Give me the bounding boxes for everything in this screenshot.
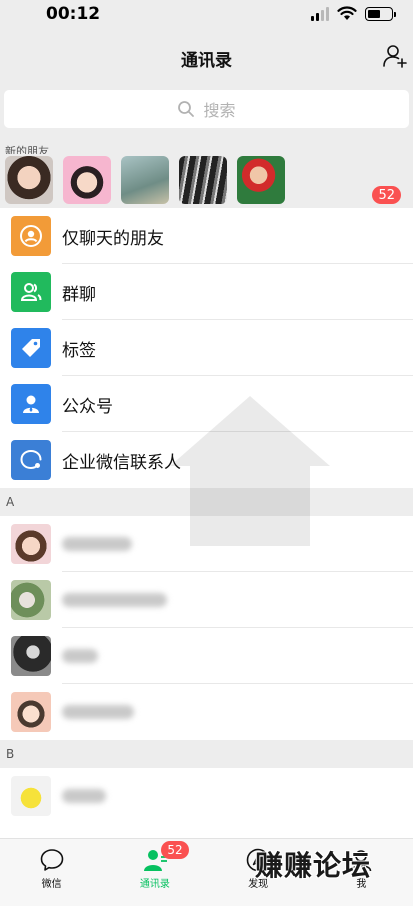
new-friend-avatar[interactable] bbox=[63, 156, 111, 204]
official-accounts-label: 公众号 bbox=[62, 396, 113, 417]
group-chat-label: 群聊 bbox=[62, 284, 96, 305]
new-friends-badge: 52 bbox=[372, 186, 401, 204]
page-title: 通讯录 bbox=[181, 51, 232, 71]
status-bar: 00:12 bbox=[0, 0, 413, 30]
new-friend-avatar[interactable] bbox=[179, 156, 227, 204]
tab-label-chats: 微信 bbox=[41, 879, 62, 890]
tags-item[interactable]: 标签 bbox=[0, 320, 413, 376]
new-friend-avatar[interactable] bbox=[237, 156, 285, 204]
search-icon bbox=[178, 101, 195, 117]
tag-icon bbox=[11, 328, 51, 368]
cellular-signal-icon bbox=[311, 6, 329, 21]
tab-contacts[interactable]: 通讯录 52 bbox=[103, 839, 206, 906]
contact-name-blurred bbox=[62, 593, 167, 607]
tab-chats[interactable]: 微信 bbox=[0, 839, 103, 906]
wifi-icon bbox=[337, 6, 357, 20]
only-chat-friends-label: 仅聊天的朋友 bbox=[62, 228, 164, 249]
contact-name-blurred bbox=[62, 705, 134, 719]
contact-name-blurred bbox=[62, 789, 106, 803]
nav-header: 通讯录 bbox=[0, 30, 413, 86]
contact-list[interactable]: 新的朋友 52 仅聊天的朋友 群聊 标签 公众号 企业微信联系人 A B bbox=[0, 136, 413, 838]
status-time: 00:12 bbox=[46, 4, 101, 24]
add-friend-icon[interactable] bbox=[381, 42, 409, 70]
new-friends-label: 新的朋友 bbox=[0, 136, 413, 158]
new-friend-avatar[interactable] bbox=[5, 156, 53, 204]
status-icons bbox=[311, 6, 396, 21]
person-chat-icon bbox=[11, 216, 51, 256]
tags-label: 标签 bbox=[62, 340, 96, 361]
official-account-icon bbox=[11, 384, 51, 424]
tab-label-contacts: 通讯录 bbox=[139, 879, 170, 890]
contact-avatar bbox=[11, 524, 51, 564]
only-chat-friends-item[interactable]: 仅聊天的朋友 bbox=[0, 208, 413, 264]
home-watermark-icon bbox=[170, 396, 330, 546]
chat-bubble-icon bbox=[40, 849, 63, 871]
contact-avatar bbox=[11, 776, 51, 816]
enterprise-contact-icon bbox=[11, 440, 51, 480]
search-placeholder: 搜索 bbox=[203, 101, 236, 120]
contact-avatar bbox=[11, 636, 51, 676]
group-chat-icon bbox=[11, 272, 51, 312]
contact-item[interactable] bbox=[0, 572, 413, 628]
contact-item[interactable] bbox=[0, 768, 413, 824]
battery-icon bbox=[365, 6, 396, 21]
contacts-badge: 52 bbox=[161, 841, 190, 859]
search-bar[interactable]: 搜索 bbox=[4, 90, 409, 128]
contact-name-blurred bbox=[62, 649, 98, 663]
contact-item[interactable] bbox=[0, 628, 413, 684]
section-header-b: B bbox=[0, 740, 413, 768]
forum-watermark: 赚赚论坛 bbox=[255, 849, 372, 882]
contact-avatar bbox=[11, 580, 51, 620]
new-friends-row[interactable]: 52 bbox=[0, 154, 413, 208]
new-friend-avatar[interactable] bbox=[121, 156, 169, 204]
contact-item[interactable] bbox=[0, 684, 413, 740]
contact-name-blurred bbox=[62, 537, 132, 551]
contact-avatar bbox=[11, 692, 51, 732]
group-chat-item[interactable]: 群聊 bbox=[0, 264, 413, 320]
